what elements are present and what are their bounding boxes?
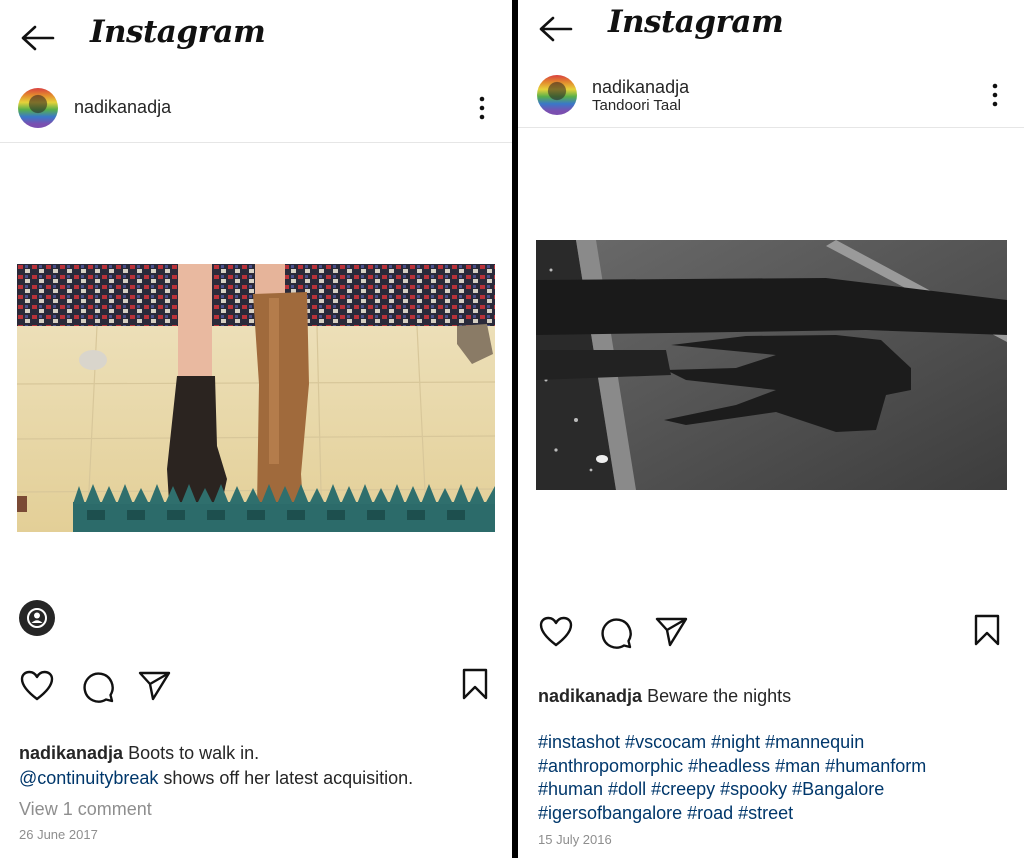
more-options-icon[interactable] (991, 82, 999, 108)
caption-mention[interactable]: @continuitybreak (19, 768, 158, 788)
post-location[interactable]: Tandoori Taal (592, 97, 681, 114)
post-date: 26 June 2017 (19, 827, 98, 842)
post-date: 15 July 2016 (538, 832, 612, 847)
post-photo[interactable] (17, 264, 495, 532)
caption-username[interactable]: nadikanadja (538, 686, 642, 706)
app-title: Instagram (90, 14, 266, 50)
bookmark-icon[interactable] (973, 614, 1001, 646)
heart-icon[interactable] (20, 670, 54, 702)
more-options-icon[interactable] (478, 95, 486, 121)
caption-text: Boots to walk in. (128, 743, 260, 763)
heart-icon[interactable] (539, 616, 573, 648)
post-photo[interactable] (536, 240, 1007, 490)
avatar[interactable] (18, 88, 58, 128)
comment-icon[interactable] (598, 615, 632, 649)
avatar[interactable] (537, 75, 577, 115)
caption-username[interactable]: nadikanadja (19, 743, 123, 763)
share-icon[interactable] (138, 670, 172, 702)
header-divider (518, 127, 1024, 128)
user-tag-icon[interactable] (19, 600, 55, 636)
caption-text: Beware the nights (647, 686, 792, 706)
post-username[interactable]: nadikanadja (592, 77, 689, 98)
bookmark-icon[interactable] (461, 668, 489, 700)
caption-hashtags[interactable]: #instashot #vscocam #night #mannequin #a… (538, 731, 958, 825)
header-divider (0, 142, 512, 143)
app-title: Instagram (608, 4, 784, 40)
right-post-screen: Instagram nadikanadja Tandoori Taal nadi… (518, 0, 1024, 858)
share-icon[interactable] (655, 616, 689, 648)
left-post-screen: Instagram nadikanadja nadikanadja Boots … (0, 0, 512, 858)
back-arrow-icon[interactable] (20, 23, 56, 53)
post-caption: nadikanadja Beware the nights (538, 684, 1008, 709)
view-comments-link[interactable]: View 1 comment (19, 797, 152, 822)
comment-icon[interactable] (80, 669, 114, 703)
post-caption: nadikanadja Boots to walk in. @continuit… (19, 741, 499, 791)
post-username[interactable]: nadikanadja (74, 97, 171, 118)
caption-text-2: shows off her latest acquisition. (163, 768, 414, 788)
back-arrow-icon[interactable] (538, 14, 574, 44)
